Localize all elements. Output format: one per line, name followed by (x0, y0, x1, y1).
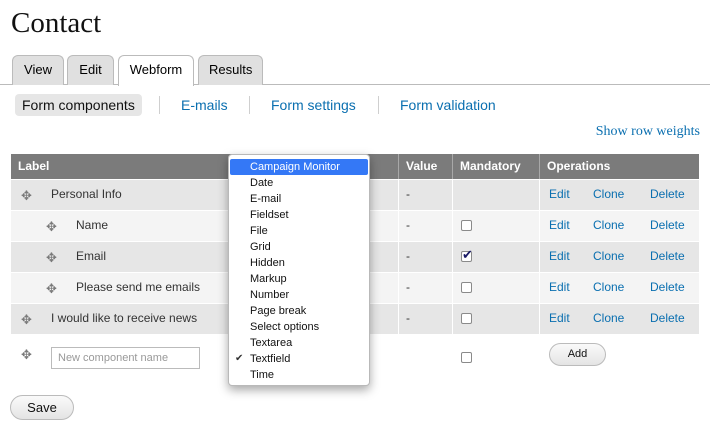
header-mandatory: Mandatory (460, 159, 521, 173)
row-label: Name (76, 218, 109, 232)
drag-handle-icon[interactable]: ✥ (20, 348, 33, 361)
drag-handle-icon[interactable]: ✥ (20, 313, 33, 326)
menu-item-number[interactable]: Number (230, 287, 368, 303)
clone-link[interactable]: Clone (593, 273, 624, 302)
column-divider (539, 304, 540, 335)
column-divider (452, 242, 453, 273)
column-divider (398, 180, 399, 211)
menu-item-hidden[interactable]: Hidden (230, 255, 368, 271)
tab-results[interactable]: Results (198, 55, 263, 85)
tab-edit[interactable]: Edit (67, 55, 114, 85)
header-operations: Operations (547, 159, 611, 173)
menu-item-textfield-wrapper: ✔ Textfield (230, 351, 368, 367)
drag-handle-icon[interactable]: ✥ (20, 189, 33, 202)
subtab-form-settings[interactable]: Form settings (271, 94, 356, 116)
column-divider (452, 211, 453, 242)
menu-item-campaign-monitor[interactable]: Campaign Monitor (230, 159, 368, 175)
row-value: - (406, 187, 410, 201)
column-divider (398, 273, 399, 304)
menu-item-textarea[interactable]: Textarea (230, 335, 368, 351)
subtab-form-components[interactable]: Form components (15, 94, 142, 116)
delete-link[interactable]: Delete (650, 273, 685, 302)
subtab-emails[interactable]: E-mails (181, 94, 228, 116)
column-divider (398, 211, 399, 242)
drag-handle-icon[interactable]: ✥ (45, 220, 58, 233)
menu-item-file[interactable]: File (230, 223, 368, 239)
subtab-divider (159, 96, 160, 114)
clone-link[interactable]: Clone (593, 180, 624, 209)
header-label: Label (18, 159, 50, 173)
menu-item-email[interactable]: E-mail (230, 191, 368, 207)
row-label: Please send me emails (76, 280, 201, 294)
column-divider (539, 211, 540, 242)
mandatory-checkbox[interactable] (461, 247, 473, 263)
column-divider (452, 273, 453, 304)
drag-handle-icon[interactable]: ✥ (45, 251, 58, 264)
column-divider (398, 242, 399, 273)
column-divider (539, 273, 540, 304)
component-type-dropdown: Campaign Monitor Date E-mail Fieldset Fi… (228, 154, 370, 386)
menu-item-date[interactable]: Date (230, 175, 368, 191)
menu-item-page-break[interactable]: Page break (230, 303, 368, 319)
menu-item-grid[interactable]: Grid (230, 239, 368, 255)
mandatory-checkbox[interactable] (461, 220, 472, 231)
mandatory-checkbox[interactable] (461, 282, 472, 293)
edit-link[interactable]: Edit (549, 304, 570, 333)
add-button[interactable]: Add (549, 343, 606, 366)
column-divider (398, 304, 399, 335)
new-component-name-input[interactable] (51, 347, 200, 369)
page-title: Contact (11, 7, 102, 39)
column-divider (539, 180, 540, 211)
tab-webform[interactable]: Webform (118, 55, 194, 86)
column-divider (452, 304, 453, 335)
column-divider (452, 180, 453, 211)
primary-tabs: View Edit Webform Results (0, 55, 710, 86)
menu-item-fieldset[interactable]: Fieldset (230, 207, 368, 223)
row-label: Email (76, 249, 107, 263)
column-divider (539, 242, 540, 273)
delete-link[interactable]: Delete (650, 211, 685, 240)
menu-item-markup[interactable]: Markup (230, 271, 368, 287)
drag-handle-icon[interactable]: ✥ (45, 282, 58, 295)
save-button[interactable]: Save (10, 395, 74, 420)
clone-link[interactable]: Clone (593, 211, 624, 240)
row-label: Personal Info (51, 187, 122, 201)
row-value: - (406, 280, 410, 294)
tab-view[interactable]: View (12, 55, 64, 85)
header-value: Value (406, 159, 438, 173)
menu-item-select-options[interactable]: Select options (230, 319, 368, 335)
edit-link[interactable]: Edit (549, 180, 570, 209)
row-value: - (406, 249, 410, 263)
delete-link[interactable]: Delete (650, 180, 685, 209)
menu-item-time[interactable]: Time (230, 367, 368, 383)
menu-item-textfield[interactable]: Textfield (230, 351, 368, 367)
row-label: I would like to receive news (51, 311, 198, 325)
subtab-divider (249, 96, 250, 114)
edit-link[interactable]: Edit (549, 211, 570, 240)
show-row-weights-link[interactable]: Show row weights (596, 124, 700, 140)
edit-link[interactable]: Edit (549, 273, 570, 302)
edit-link[interactable]: Edit (549, 242, 570, 271)
subtab-form-validation[interactable]: Form validation (400, 94, 496, 116)
delete-link[interactable]: Delete (650, 242, 685, 271)
row-value: - (406, 218, 410, 232)
subtab-divider (378, 96, 379, 114)
new-mandatory-checkbox[interactable] (461, 352, 472, 363)
clone-link[interactable]: Clone (593, 304, 624, 333)
delete-link[interactable]: Delete (650, 304, 685, 333)
mandatory-checkbox[interactable] (461, 313, 472, 324)
row-value: - (406, 311, 410, 325)
clone-link[interactable]: Clone (593, 242, 624, 271)
